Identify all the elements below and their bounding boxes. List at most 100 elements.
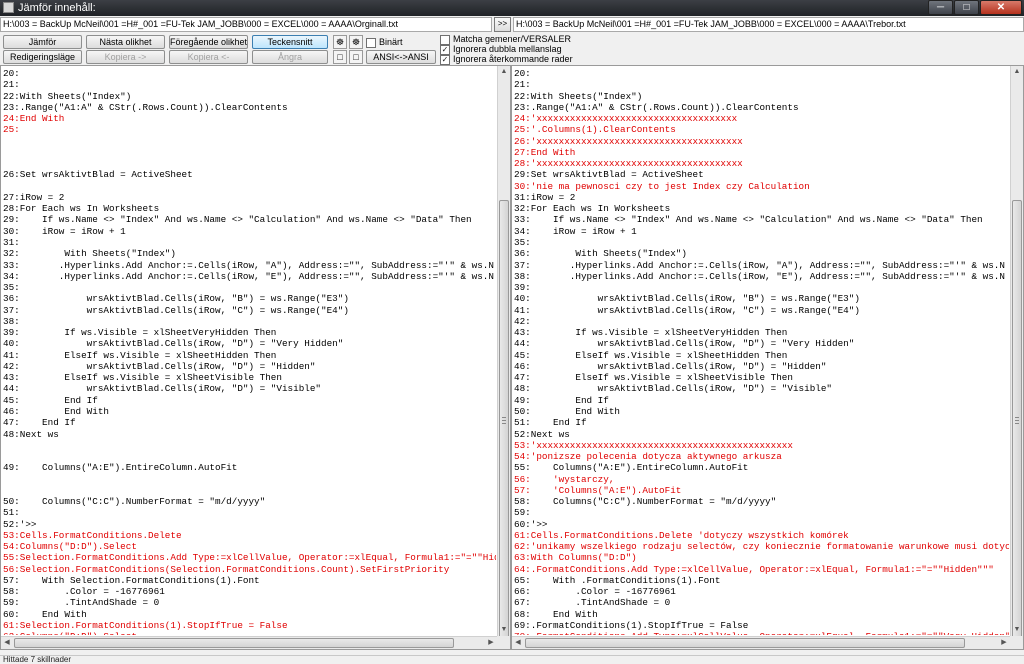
code-line[interactable]: 66: .Color = -16776961: [514, 586, 1009, 597]
binary-checkbox-box[interactable]: [366, 37, 376, 48]
open-page-icon[interactable]: □: [349, 50, 363, 64]
code-line[interactable]: 43: ElseIf ws.Visible = xlSheetVisible T…: [3, 372, 496, 383]
minimize-button[interactable]: ─: [928, 0, 953, 15]
code-line[interactable]: 20:: [3, 68, 496, 79]
code-line[interactable]: 55: Columns("A:E").EntireColumn.AutoFit: [514, 462, 1009, 473]
left-scroll-thumb[interactable]: [499, 200, 509, 648]
checkmark-icon[interactable]: ✓: [440, 44, 450, 55]
scroll-right-icon[interactable]: ▶: [998, 637, 1010, 649]
diff-line[interactable]: 63:With Columns("D:D"): [514, 552, 1009, 563]
right-code-view[interactable]: 20: 21: 22:With Sheets("Index") 23:.Range("…: [514, 68, 1009, 635]
close-button[interactable]: ✕: [980, 0, 1022, 15]
diff-line[interactable]: 25:'.Columns(1).ClearContents: [514, 124, 1009, 135]
code-line[interactable]: 26:Set wrsAktivtBlad = ActiveSheet: [3, 169, 496, 180]
code-line[interactable]: 21:: [3, 79, 496, 90]
code-line[interactable]: 43: If ws.Visible = xlSheetVeryHidden Th…: [514, 327, 1009, 338]
code-line[interactable]: 37: .Hyperlinks.Add Anchor:=.Cells(iRow,…: [514, 260, 1009, 271]
scroll-left-icon[interactable]: ◀: [1, 637, 13, 649]
code-line[interactable]: 21:: [514, 79, 1009, 90]
code-line[interactable]: [3, 474, 496, 485]
diff-line[interactable]: 56:Selection.FormatConditions(Selection.…: [3, 564, 496, 575]
code-line[interactable]: 22:With Sheets("Index"): [3, 91, 496, 102]
code-line[interactable]: 35:: [514, 237, 1009, 248]
code-line[interactable]: 46: End With: [3, 406, 496, 417]
code-line[interactable]: 36: wrsAktivtBlad.Cells(iRow, "B") = ws.…: [3, 293, 496, 304]
code-line[interactable]: 38: .Hyperlinks.Add Anchor:=.Cells(iRow,…: [514, 271, 1009, 282]
diff-line[interactable]: 24:'xxxxxxxxxxxxxxxxxxxxxxxxxxxxxxxxxxxx: [514, 113, 1009, 124]
diff-line[interactable]: 70:.FormatConditions.Add Type:=xlCellVal…: [514, 631, 1009, 635]
code-line[interactable]: [3, 136, 496, 147]
diff-line[interactable]: 55:Selection.FormatConditions.Add Type:=…: [3, 552, 496, 563]
right-hscroll-thumb[interactable]: [525, 638, 965, 648]
code-line[interactable]: 34: .Hyperlinks.Add Anchor:=.Cells(iRow,…: [3, 271, 496, 282]
code-line[interactable]: 41: wrsAktivtBlad.Cells(iRow, "C") = ws.…: [514, 305, 1009, 316]
diff-line[interactable]: 56: 'wystarczy,: [514, 474, 1009, 485]
maximize-button[interactable]: □: [954, 0, 979, 15]
code-line[interactable]: 45: ElseIf ws.Visible = xlSheetHidden Th…: [514, 350, 1009, 361]
code-line[interactable]: 30: iRow = iRow + 1: [3, 226, 496, 237]
left-vertical-scrollbar[interactable]: ▲ ▼: [497, 66, 510, 648]
code-line[interactable]: 44: wrsAktivtBlad.Cells(iRow, "D") = "Ve…: [514, 338, 1009, 349]
checkmark-icon[interactable]: ✓: [440, 54, 450, 65]
code-line[interactable]: 37: wrsAktivtBlad.Cells(iRow, "C") = ws.…: [3, 305, 496, 316]
diff-line[interactable]: 53:'xxxxxxxxxxxxxxxxxxxxxxxxxxxxxxxxxxxx…: [514, 440, 1009, 451]
find-next-binoculars-icon[interactable]: ☸: [349, 35, 363, 49]
code-line[interactable]: 32:For Each ws In Worksheets: [514, 203, 1009, 214]
code-line[interactable]: 58: Columns("C:C").NumberFormat = "m/d/y…: [514, 496, 1009, 507]
find-binoculars-icon[interactable]: ☸: [333, 35, 347, 49]
code-line[interactable]: 35:: [3, 282, 496, 293]
left-file-path[interactable]: H:\003 = BackUp McNeil\001 =H#_001 =FU-T…: [0, 17, 492, 32]
code-line[interactable]: 57: With Selection.FormatConditions(1).F…: [3, 575, 496, 586]
code-line[interactable]: 28:For Each ws In Worksheets: [3, 203, 496, 214]
code-line[interactable]: 29:Set wrsAktivtBlad = ActiveSheet: [514, 169, 1009, 180]
diff-line[interactable]: 26:'xxxxxxxxxxxxxxxxxxxxxxxxxxxxxxxxxxxx…: [514, 136, 1009, 147]
right-scroll-thumb[interactable]: [1012, 200, 1022, 648]
code-line[interactable]: 50: End With: [514, 406, 1009, 417]
code-line[interactable]: 49: End If: [514, 395, 1009, 406]
scroll-left-icon[interactable]: ◀: [512, 637, 524, 649]
code-line[interactable]: 51: End If: [514, 417, 1009, 428]
code-line[interactable]: 20:: [514, 68, 1009, 79]
diff-line[interactable]: 25:: [3, 124, 496, 135]
scroll-up-icon[interactable]: ▲: [498, 66, 510, 78]
left-browse-button[interactable]: >>: [494, 17, 511, 32]
code-line[interactable]: 31:iRow = 2: [514, 192, 1009, 203]
code-line[interactable]: 38:: [3, 316, 496, 327]
diff-line[interactable]: 54:Columns("D:D").Select: [3, 541, 496, 552]
undo-button[interactable]: Ångra: [252, 50, 328, 64]
code-line[interactable]: 49: Columns("A:E").EntireColumn.AutoFit: [3, 462, 496, 473]
code-line[interactable]: 47: End If: [3, 417, 496, 428]
diff-line[interactable]: 64:.FormatConditions.Add Type:=xlCellVal…: [514, 564, 1009, 575]
code-line[interactable]: [3, 181, 496, 192]
code-line[interactable]: 50: Columns("C:C").NumberFormat = "m/d/y…: [3, 496, 496, 507]
binary-checkbox[interactable]: Binärt: [366, 37, 403, 48]
code-line[interactable]: 32: With Sheets("Index"): [3, 248, 496, 259]
code-line[interactable]: 31:: [3, 237, 496, 248]
code-line[interactable]: 69:.FormatConditions(1).StopIfTrue = Fal…: [514, 620, 1009, 631]
code-line[interactable]: 42: wrsAktivtBlad.Cells(iRow, "D") = "Hi…: [3, 361, 496, 372]
previous-difference-button[interactable]: Föregående olikhet: [169, 35, 248, 49]
checkbox-box[interactable]: [440, 34, 450, 45]
code-line[interactable]: [3, 485, 496, 496]
left-code-view[interactable]: 20: 21: 22:With Sheets("Index") 23:.Range("…: [3, 68, 496, 635]
left-compare-pane[interactable]: 20: 21: 22:With Sheets("Index") 23:.Range("…: [0, 65, 511, 650]
code-line[interactable]: 60:'>>: [514, 519, 1009, 530]
diff-line[interactable]: 61:Selection.FormatConditions(1).StopIfT…: [3, 620, 496, 631]
code-line[interactable]: 52:Next ws: [514, 429, 1009, 440]
code-line[interactable]: 22:With Sheets("Index"): [514, 91, 1009, 102]
code-line[interactable]: 65: With .FormatConditions(1).Font: [514, 575, 1009, 586]
left-horizontal-scrollbar[interactable]: ◀ ▶: [1, 636, 497, 649]
right-compare-pane[interactable]: 20: 21: 22:With Sheets("Index") 23:.Range("…: [511, 65, 1024, 650]
diff-line[interactable]: 62:'unikamy wszelkiego rodzaju selectów,…: [514, 541, 1009, 552]
diff-line[interactable]: 62:Columns("D:D").Select: [3, 631, 496, 635]
code-line[interactable]: 60: End With: [3, 609, 496, 620]
code-line[interactable]: 42:: [514, 316, 1009, 327]
code-line[interactable]: 34: iRow = iRow + 1: [514, 226, 1009, 237]
code-line[interactable]: 29: If ws.Name <> "Index" And ws.Name <>…: [3, 214, 496, 225]
scroll-right-icon[interactable]: ▶: [485, 637, 497, 649]
code-line[interactable]: 39:: [514, 282, 1009, 293]
font-button[interactable]: Teckensnitt: [252, 35, 328, 49]
diff-line[interactable]: 24:End With: [3, 113, 496, 124]
diff-line[interactable]: 27:End With: [514, 147, 1009, 158]
code-line[interactable]: 33: If ws.Name <> "Index" And ws.Name <>…: [514, 214, 1009, 225]
